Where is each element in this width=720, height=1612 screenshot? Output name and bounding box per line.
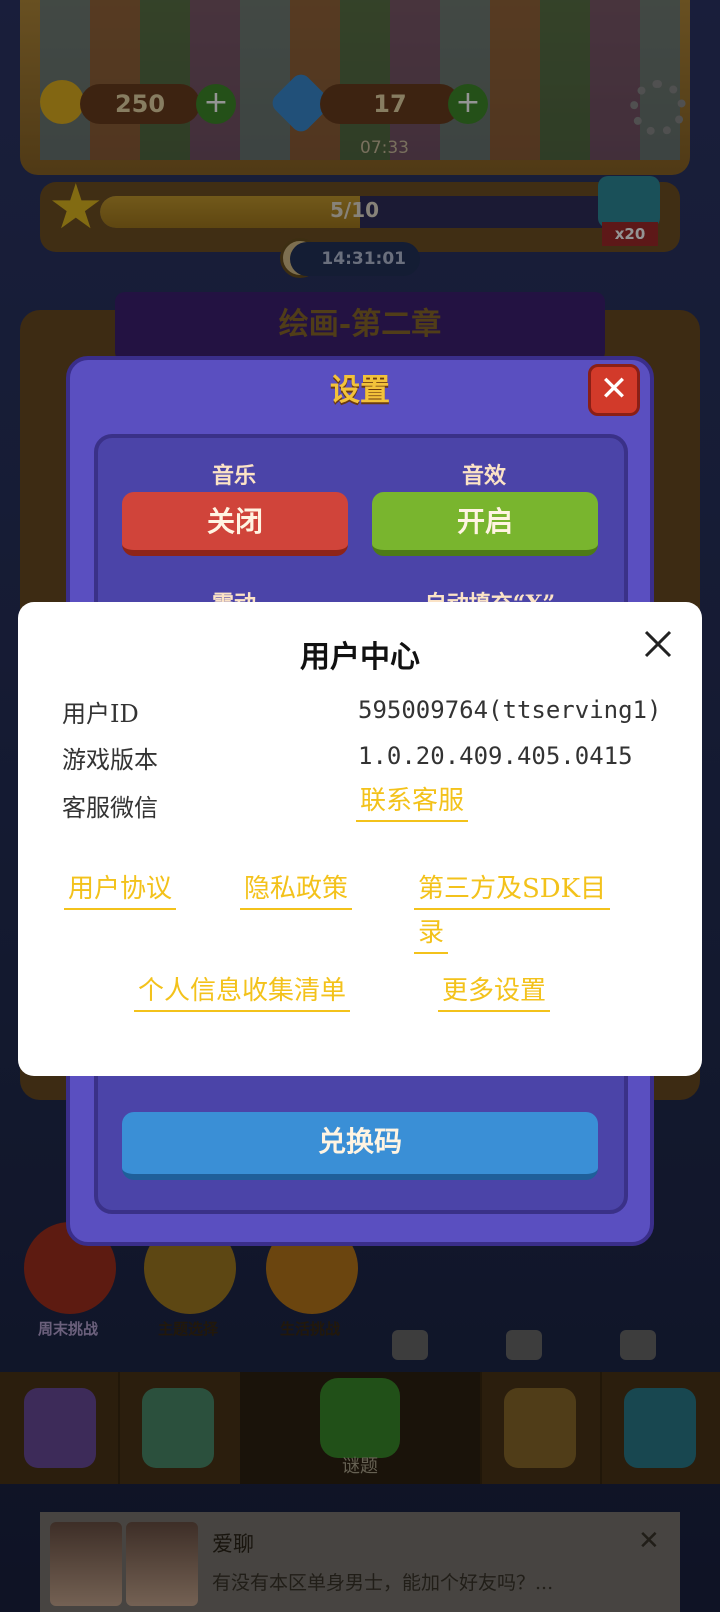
personal-info-list-link[interactable]: 个人信息收集清单 (134, 974, 351, 1012)
music-label: 音乐 (211, 463, 256, 489)
user-id-value: 595009764(ttserving1) (358, 696, 662, 724)
settings-title: 设置 (330, 373, 390, 408)
third-party-sdk-link[interactable]: 第三方及SDK目 (414, 872, 611, 910)
contact-support-link[interactable]: 联系客服 (356, 784, 469, 822)
settings-close-button[interactable]: ✕ (588, 364, 640, 416)
wechat-support-label: 客服微信 (62, 794, 158, 822)
sfx-toggle-button[interactable]: 开启 (372, 492, 598, 556)
user-center-title: 用户中心 (300, 640, 420, 675)
privacy-policy-link[interactable]: 隐私政策 (240, 872, 353, 910)
user-id-label: 用户ID (62, 700, 139, 728)
user-center-dialog: 用户中心 用户ID 595009764(ttserving1) 游戏版本 1.0… (18, 602, 702, 1076)
music-toggle-button[interactable]: 关闭 (122, 492, 348, 556)
third-party-sdk-link-continued[interactable]: 录 (414, 916, 449, 954)
close-icon[interactable] (638, 624, 678, 664)
user-agreement-link[interactable]: 用户协议 (64, 872, 177, 910)
sfx-label: 音效 (461, 463, 506, 489)
redeem-code-button[interactable]: 兑换码 (122, 1112, 598, 1180)
game-version-value: 1.0.20.409.405.0415 (358, 742, 633, 770)
more-settings-link[interactable]: 更多设置 (438, 974, 551, 1012)
game-version-label: 游戏版本 (62, 746, 158, 774)
